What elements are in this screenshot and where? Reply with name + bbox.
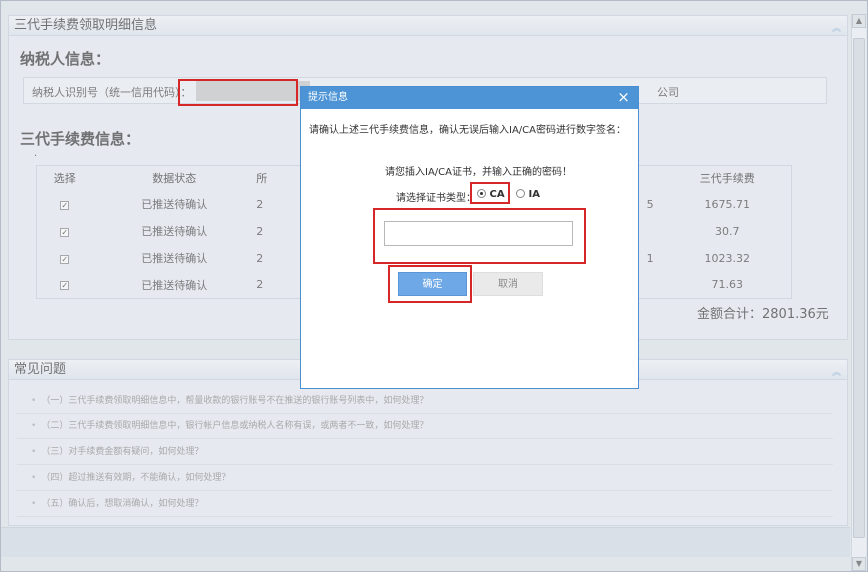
close-icon[interactable]: × [616, 90, 631, 105]
highlight-taxpayer-id [178, 79, 298, 106]
highlight-ok-button [388, 265, 472, 303]
cert-option-ia[interactable]: IA [516, 189, 540, 200]
dialog-prompt: 请您插入IA/CA证书，并输入正确的密码！ [385, 167, 572, 178]
radio-icon[interactable] [516, 189, 525, 198]
highlight-password [373, 208, 586, 264]
dialog-header: 提示信息 [301, 87, 638, 109]
highlight-ca-option [470, 182, 510, 204]
cert-type-label: 请选择证书类型： [396, 193, 476, 204]
cancel-button[interactable]: 取消 [473, 272, 543, 296]
dialog-title: 提示信息 [308, 92, 348, 103]
dialog-message: 请确认上述三代手续费信息，确认无误后输入IA/CA密码进行数字签名： [309, 125, 626, 136]
